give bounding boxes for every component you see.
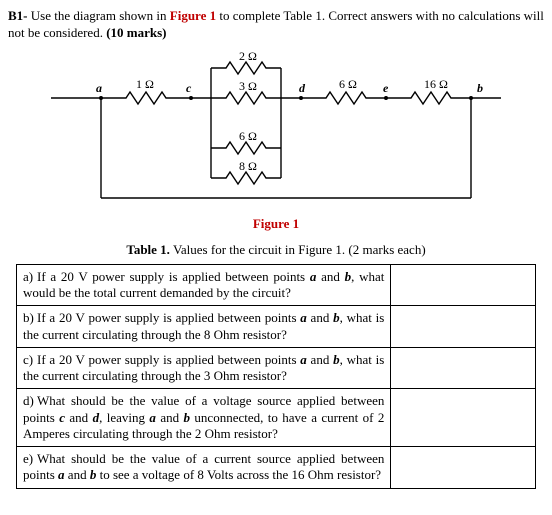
node-b-label: b [477,81,483,95]
answer-cell [391,347,536,389]
r-bot2-label: 8 Ω [239,159,257,173]
answer-cell [391,447,536,489]
r-ac-label: 1 Ω [136,77,154,91]
node-d-label: d [299,81,306,95]
circuit-diagram: .w { stroke:#000; stroke-width:1.4; fill… [8,48,544,212]
node-e-label: e [383,81,389,95]
r-bot1-label: 6 Ω [239,129,257,143]
questions-table: a)If a 20 V power supply is applied betw… [16,264,536,489]
r-top-label: 2 Ω [239,49,257,63]
r-mid-label: 3 Ω [239,79,257,93]
figure-ref: Figure 1 [170,8,216,23]
question-label: B1- [8,8,28,23]
answer-cell [391,306,536,348]
table-row: b)If a 20 V power supply is applied betw… [17,306,536,348]
table-row: c)If a 20 V power supply is applied betw… [17,347,536,389]
table-row: e)What should be the value of a current … [17,447,536,489]
answer-cell [391,389,536,447]
question-prompt: B1- Use the diagram shown in Figure 1 to… [8,8,544,42]
table-row: d)What should be the value of a voltage … [17,389,536,447]
r-eb-label: 16 Ω [424,77,448,91]
figure-caption: Figure 1 [8,216,544,232]
table-caption: Table 1. Values for the circuit in Figur… [8,242,544,258]
answer-cell [391,264,536,306]
node-c-label: c [186,81,192,95]
table-row: a)If a 20 V power supply is applied betw… [17,264,536,306]
node-a-label: a [96,81,102,95]
r-de-label: 6 Ω [339,77,357,91]
